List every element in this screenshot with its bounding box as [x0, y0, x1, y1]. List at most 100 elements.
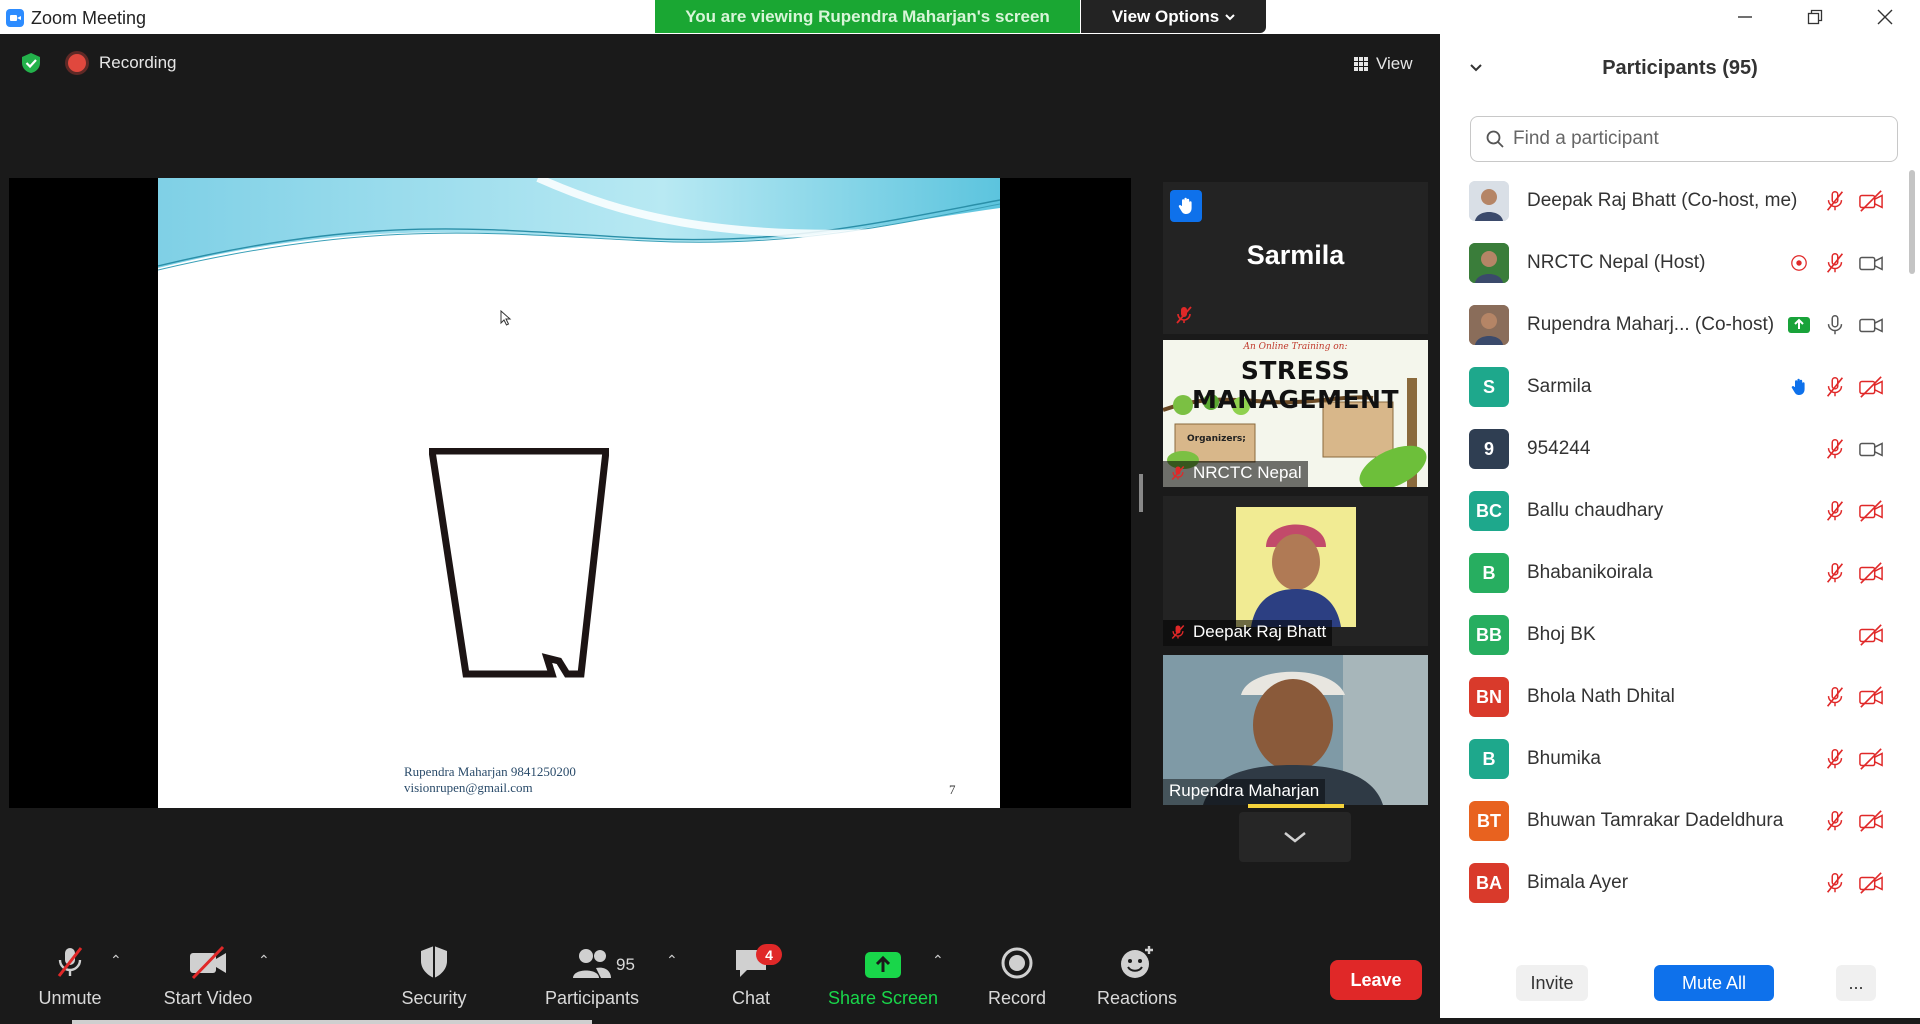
participants-count: 95 [616, 955, 635, 974]
participant-row[interactable]: BA Bimala Ayer [1440, 852, 1904, 914]
participant-row[interactable]: BB Bhoj BK [1440, 604, 1904, 666]
video-tile-sarmila[interactable]: Sarmila [1163, 182, 1428, 334]
record-button[interactable]: Record [980, 934, 1054, 1024]
start-video-button[interactable]: Start Video [158, 934, 258, 1024]
participant-name: Bhola Nath Dhital [1527, 686, 1675, 707]
participant-row[interactable]: BT Bhuwan Tamrakar Dadeldhura [1440, 790, 1904, 852]
participant-status-icons [1822, 870, 1884, 896]
mic-muted-icon [1822, 250, 1848, 276]
video-tile-nrctc[interactable]: An Online Training on: STRESS MANAGEMENT… [1163, 340, 1428, 487]
invite-button[interactable]: Invite [1516, 965, 1588, 1001]
participant-status-icons [1786, 312, 1884, 338]
security-label: Security [401, 988, 467, 1008]
mic-muted-icon [1176, 306, 1192, 324]
leave-button[interactable]: Leave [1330, 960, 1422, 1000]
mic-muted-icon [1822, 436, 1848, 462]
participant-status-icons [1822, 560, 1884, 586]
shared-screen[interactable]: Rupendra Maharjan 9841250200 visionrupen… [9, 178, 1131, 808]
video-off-icon [1858, 560, 1884, 586]
mic-on-icon [1822, 312, 1848, 338]
minimize-button[interactable] [1710, 0, 1780, 34]
mic-muted-icon [1822, 374, 1848, 400]
meeting-toolbar: Unmute ⌃ Start Video ⌃ Security Particip… [0, 934, 1440, 1024]
mute-all-button[interactable]: Mute All [1654, 965, 1774, 1001]
participant-row[interactable]: NRCTC Nepal (Host) [1440, 232, 1904, 294]
participant-row[interactable]: 9 954244 [1440, 418, 1904, 480]
participant-name: Bhoj BK [1527, 624, 1596, 645]
active-speaker-indicator [1248, 804, 1344, 808]
close-button[interactable] [1850, 0, 1920, 34]
avatar: 9 [1469, 429, 1509, 469]
participant-status-icons [1786, 250, 1884, 276]
grid-icon [1354, 57, 1368, 71]
split-resize-handle[interactable] [1139, 474, 1143, 512]
avatar [1469, 305, 1509, 345]
mic-muted-icon [1822, 870, 1848, 896]
video-tile-deepak[interactable]: Deepak Raj Bhatt [1163, 496, 1428, 646]
audio-options-caret-icon[interactable]: ⌃ [110, 952, 122, 969]
raised-hand-icon [1170, 190, 1202, 222]
unmute-label: Unmute [38, 988, 102, 1008]
more-options-button[interactable]: ... [1836, 965, 1876, 1001]
view-options-button[interactable]: View Options [1081, 0, 1266, 33]
reactions-button[interactable]: Reactions [1090, 934, 1184, 1024]
tiles-scroll-down-button[interactable] [1239, 812, 1351, 862]
slide-wave-decoration [158, 178, 1000, 271]
mic-muted-icon [1822, 808, 1848, 834]
recording-icon[interactable] [68, 54, 86, 72]
participant-search[interactable] [1470, 116, 1898, 162]
participant-status-icons [1822, 498, 1884, 524]
share-screen-icon [865, 952, 901, 978]
shield-icon [421, 946, 447, 978]
mic-muted-icon [1171, 465, 1185, 481]
participant-name: Bhuwan Tamrakar Dadeldhura [1527, 810, 1784, 831]
share-options-caret-icon[interactable]: ⌃ [932, 952, 944, 969]
share-icon [1786, 312, 1812, 338]
participant-list-scrollbar[interactable] [1908, 170, 1916, 940]
search-icon [1486, 130, 1504, 148]
participant-row[interactable]: S Sarmila [1440, 356, 1904, 418]
view-layout-button[interactable]: View [1354, 49, 1430, 79]
unmute-button[interactable]: Unmute [30, 934, 110, 1024]
participant-row[interactable]: Deepak Raj Bhatt (Co-host, me) [1440, 170, 1904, 232]
slide-footer: Rupendra Maharjan 9841250200 visionrupen… [404, 764, 576, 796]
video-tile-rupendra[interactable]: Rupendra Maharjan [1163, 655, 1428, 805]
security-button[interactable]: Security [398, 934, 470, 1024]
participant-name: NRCTC Nepal [1193, 463, 1302, 482]
participant-row[interactable]: B Bhumika [1440, 728, 1904, 790]
share-screen-button[interactable]: Share Screen [822, 934, 944, 1024]
chat-unread-badge: 4 [756, 944, 782, 965]
participants-icon [573, 949, 611, 978]
participant-row[interactable]: BC Ballu chaudhary [1440, 480, 1904, 542]
chevron-down-icon [1225, 13, 1235, 20]
participant-name: Rupendra Maharj... (Co-host) [1527, 314, 1775, 335]
close-icon [1877, 9, 1893, 25]
participant-row[interactable]: B Bhabanikoirala [1440, 542, 1904, 604]
search-input[interactable] [1513, 128, 1873, 150]
horizontal-scrollbar[interactable] [72, 1020, 592, 1024]
video-off-icon [1858, 746, 1884, 772]
avatar: B [1469, 553, 1509, 593]
participant-row[interactable]: Rupendra Maharj... (Co-host) [1440, 294, 1904, 356]
restore-button[interactable] [1780, 0, 1850, 34]
participant-row[interactable]: BN Bhola Nath Dhital [1440, 666, 1904, 728]
mic-muted-icon [57, 947, 83, 977]
avatar: S [1469, 367, 1509, 407]
glass-drawing [429, 448, 609, 678]
slide-page-number: 7 [949, 782, 956, 797]
zoom-logo-icon [6, 9, 24, 27]
view-label: View [1376, 54, 1413, 73]
shield-check-icon[interactable] [20, 52, 42, 74]
window-controls [1710, 0, 1920, 34]
participants-panel: Participants (95) Deepak Raj Bhatt (Co-h… [1440, 0, 1920, 1024]
viewing-banner-text: You are viewing Rupendra Maharjan's scre… [655, 0, 1080, 33]
mic-muted-icon [1822, 188, 1848, 214]
start-video-label: Start Video [163, 988, 253, 1008]
participants-options-caret-icon[interactable]: ⌃ [666, 952, 678, 969]
video-off-icon [1858, 498, 1884, 524]
participants-button[interactable]: Participants [542, 934, 642, 1024]
video-off-icon [1858, 808, 1884, 834]
panel-header: Participants (95) [1440, 52, 1920, 84]
video-options-caret-icon[interactable]: ⌃ [258, 952, 270, 969]
mic-muted-icon [1822, 684, 1848, 710]
